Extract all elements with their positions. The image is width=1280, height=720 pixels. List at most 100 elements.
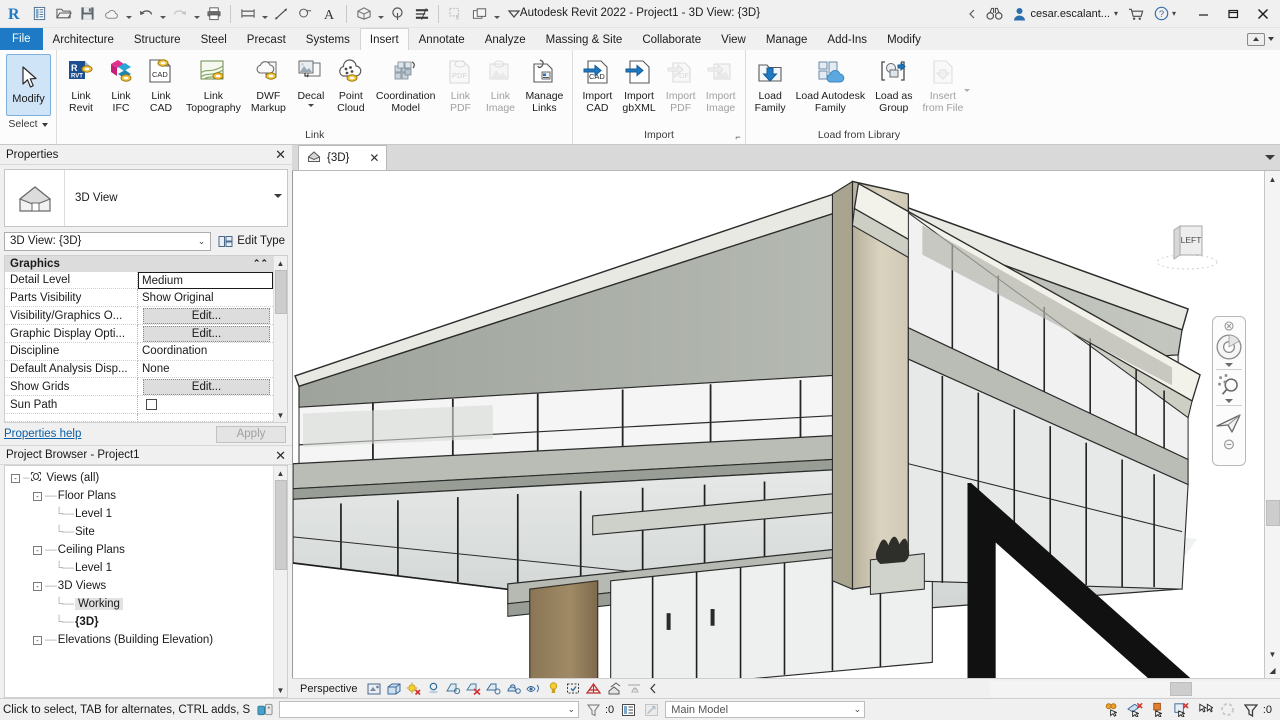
tab-systems[interactable]: Systems [296, 28, 360, 50]
reveal-constraints-icon[interactable] [626, 681, 641, 696]
tab-insert[interactable]: Insert [360, 28, 409, 50]
revit-logo-icon[interactable]: R [4, 2, 27, 26]
view-tab-list-dropdown-icon[interactable] [1264, 145, 1280, 170]
properties-type-selector[interactable]: 3D View: {3D} ⌄ [4, 232, 211, 251]
property-row-detail-level[interactable]: Detail Level Medium [5, 272, 273, 290]
apply-button[interactable]: Apply [216, 426, 286, 443]
property-row-visibility-graphics[interactable]: Visibility/Graphics O... Edit... [5, 307, 273, 325]
tree-toggle-icon[interactable]: - [33, 546, 42, 555]
import-gbxml-button[interactable]: Import gbXML [617, 53, 660, 117]
rendering-dialog-icon[interactable] [446, 681, 461, 696]
view-tab-3d[interactable]: {3D} ✕ [298, 145, 387, 170]
orbit-fly-icon[interactable] [1215, 408, 1243, 438]
tree-node-floor-plans[interactable]: - ‒‒ Floor Plans [7, 487, 273, 505]
ribbon-options-chevron-down-icon[interactable] [1268, 37, 1274, 41]
search-binoculars-icon[interactable] [982, 2, 1007, 26]
minimize-button[interactable] [1188, 0, 1218, 27]
ribbon-minimize-icon[interactable] [1247, 33, 1265, 46]
scrollbar-thumb[interactable] [1266, 500, 1280, 526]
sun-path-off-icon[interactable] [406, 681, 421, 696]
view-tab-close-icon[interactable]: ✕ [369, 151, 379, 165]
scrollbar-track[interactable] [274, 570, 287, 683]
filter-icon[interactable] [1242, 701, 1260, 719]
tree-node-views-all[interactable]: - ‒ Views (all) [7, 469, 273, 487]
view-scale-label[interactable]: Perspective [300, 683, 357, 695]
zoom-region-icon[interactable] [1215, 372, 1243, 398]
tab-steel[interactable]: Steel [191, 28, 237, 50]
tree-toggle-icon[interactable]: - [33, 636, 42, 645]
detail-level-icon[interactable] [366, 681, 381, 696]
undo-icon[interactable] [134, 2, 157, 26]
tab-manage[interactable]: Manage [756, 28, 818, 50]
tree-node-ceiling-plans[interactable]: - ‒‒ Ceiling Plans [7, 541, 273, 559]
press-drag-icon[interactable] [256, 701, 274, 719]
help-icon[interactable]: ? ▾ [1150, 2, 1180, 26]
tree-node-3d-view-working[interactable]: └‒‒ Working [7, 595, 273, 613]
import-panel-expander-icon[interactable]: ⌐ [735, 132, 740, 142]
properties-type-preview[interactable]: 3D View [4, 169, 288, 227]
undo-dropdown-icon[interactable] [158, 2, 167, 26]
visibility-graphics-edit-button[interactable]: Edit... [143, 308, 270, 324]
decal-dropdown-icon[interactable] [308, 104, 314, 107]
redo-dropdown-icon[interactable] [192, 2, 201, 26]
autodesk-store-cart-icon[interactable] [1124, 2, 1148, 26]
worksets-icon[interactable] [619, 701, 637, 719]
properties-category-graphics[interactable]: Graphics ⌃⌃ [5, 256, 273, 272]
properties-type-dropdown-icon[interactable] [269, 194, 287, 202]
unlocked-3d-view-icon[interactable] [506, 681, 521, 696]
crop-view-off-icon[interactable] [466, 681, 481, 696]
properties-vertical-scrollbar[interactable]: ▲ ▼ [273, 256, 287, 422]
tab-collaborate[interactable]: Collaborate [632, 28, 711, 50]
tab-massing-site[interactable]: Massing & Site [536, 28, 633, 50]
tab-structure[interactable]: Structure [124, 28, 191, 50]
tab-precast[interactable]: Precast [237, 28, 296, 50]
scrollbar-thumb[interactable] [275, 270, 287, 314]
navbar-collapse-icon[interactable] [1215, 439, 1243, 450]
modify-button[interactable]: Modify [6, 54, 51, 116]
visual-style-icon[interactable] [386, 681, 401, 696]
selection-combo[interactable]: ⌄ [279, 701, 579, 718]
show-crop-region-icon[interactable] [486, 681, 501, 696]
property-value[interactable]: None [138, 361, 273, 379]
zoom-dropdown-icon[interactable] [1225, 399, 1233, 403]
restore-button[interactable] [1218, 0, 1248, 27]
tree-toggle-icon[interactable]: - [33, 492, 42, 501]
text-icon[interactable]: A [318, 2, 341, 26]
steering-wheel-dropdown-icon[interactable] [1225, 363, 1233, 367]
show-analytical-model-icon[interactable] [586, 681, 601, 696]
scrollbar-thumb[interactable] [275, 480, 287, 570]
viewport-horizontal-scrollbar[interactable] [990, 681, 1280, 697]
exclude-options-icon[interactable] [1104, 701, 1122, 719]
aligned-dimension-icon[interactable] [270, 2, 293, 26]
load-autodesk-family-button[interactable]: Load Autodesk Family [791, 53, 870, 117]
worksets-combo[interactable]: Main Model ⌄ [665, 701, 865, 718]
tree-node-3d-view-3d[interactable]: └‒‒ {3D} [7, 613, 273, 631]
measure-icon[interactable] [236, 2, 259, 26]
decal-button[interactable]: Decal [291, 53, 331, 110]
link-cad-button[interactable]: CAD Link CAD [141, 53, 181, 117]
navigation-bar[interactable] [1212, 316, 1246, 466]
close-hidden-windows-icon[interactable]: x [444, 2, 467, 26]
scroll-up-icon[interactable]: ▲ [274, 256, 287, 270]
default-3d-view-icon[interactable] [352, 2, 375, 26]
select-underlay-icon[interactable] [1173, 701, 1191, 719]
point-cloud-button[interactable]: Point Cloud [331, 53, 371, 117]
tab-annotate[interactable]: Annotate [409, 28, 475, 50]
tree-node-floor-plan-site[interactable]: └‒‒ Site [7, 523, 273, 541]
tab-architecture[interactable]: Architecture [43, 28, 124, 50]
load-as-group-button[interactable]: Load as Group [870, 53, 917, 117]
tree-node-elevations[interactable]: - ‒‒ Elevations (Building Elevation) [7, 631, 273, 649]
collapse-ribbon-arrow-icon[interactable] [964, 2, 980, 26]
scroll-down-icon[interactable]: ▼ [274, 408, 287, 422]
property-row-default-analysis-display[interactable]: Default Analysis Disp... None [5, 361, 273, 379]
print-icon[interactable] [202, 2, 225, 26]
tree-node-floor-plan-level-1[interactable]: └‒‒ Level 1 [7, 505, 273, 523]
property-value[interactable]: Show Original [138, 289, 273, 307]
steering-wheel-icon[interactable] [1215, 332, 1243, 362]
close-button[interactable] [1248, 0, 1278, 27]
link-topography-button[interactable]: Link Topography [181, 53, 246, 117]
resize-grip-icon[interactable]: ◢ [1265, 662, 1280, 678]
reveal-hidden-elements-icon[interactable] [546, 681, 561, 696]
tab-analyze[interactable]: Analyze [475, 28, 536, 50]
switch-windows-dropdown-icon[interactable] [492, 2, 501, 26]
